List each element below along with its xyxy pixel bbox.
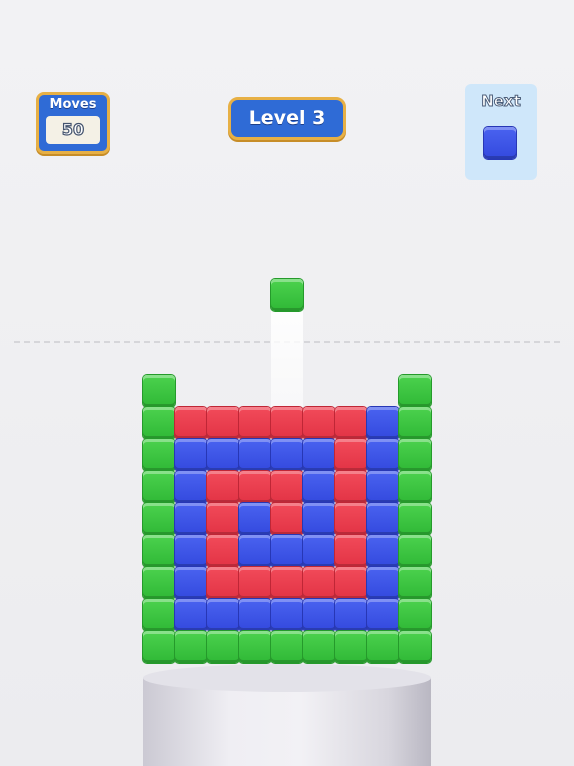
board-block — [175, 567, 207, 599]
falling-block[interactable] — [271, 279, 303, 311]
board-block — [303, 567, 335, 599]
board-block — [335, 439, 367, 471]
board-block — [271, 503, 303, 535]
board-block — [399, 439, 431, 471]
board-block — [367, 407, 399, 439]
board-block — [271, 631, 303, 663]
moves-value: 50 — [46, 116, 100, 144]
board-block — [143, 503, 175, 535]
next-block-preview: Next — [465, 84, 537, 180]
level-badge: Level 3 — [228, 97, 346, 140]
board-block — [399, 407, 431, 439]
board-block — [335, 631, 367, 663]
board-block — [303, 439, 335, 471]
board-block — [399, 631, 431, 663]
board-block — [239, 631, 271, 663]
board-block — [399, 535, 431, 567]
board-block — [207, 471, 239, 503]
pedestal-top — [143, 664, 431, 692]
board-block — [207, 503, 239, 535]
board-block — [271, 535, 303, 567]
board-block — [207, 407, 239, 439]
board-block — [143, 471, 175, 503]
board-block — [239, 503, 271, 535]
board-block — [335, 535, 367, 567]
board-block — [207, 631, 239, 663]
block-board[interactable] — [143, 375, 431, 663]
board-block — [175, 599, 207, 631]
next-label: Next — [481, 92, 522, 111]
board-block — [143, 567, 175, 599]
board-block — [271, 599, 303, 631]
board-block — [207, 535, 239, 567]
board-block — [303, 407, 335, 439]
board-block — [367, 599, 399, 631]
board-block — [303, 503, 335, 535]
board-block — [367, 471, 399, 503]
board-block — [303, 599, 335, 631]
next-block — [484, 127, 516, 159]
board-block — [143, 439, 175, 471]
board-block — [271, 471, 303, 503]
board-block — [239, 439, 271, 471]
board-block — [175, 535, 207, 567]
board-block — [143, 375, 175, 407]
board-block — [239, 535, 271, 567]
board-block — [399, 599, 431, 631]
game-screen: Moves 50 Level 3 Next — [0, 0, 574, 766]
board-block — [367, 503, 399, 535]
board-block — [175, 503, 207, 535]
board-block — [399, 503, 431, 535]
moves-counter: Moves 50 — [36, 92, 110, 154]
board-block — [271, 407, 303, 439]
board-block — [271, 567, 303, 599]
board-block — [367, 631, 399, 663]
board-block — [239, 407, 271, 439]
board-block — [143, 535, 175, 567]
board-block — [367, 439, 399, 471]
board-block — [175, 407, 207, 439]
pedestal — [143, 664, 431, 766]
board-block — [207, 599, 239, 631]
board-block — [143, 407, 175, 439]
board-block — [335, 567, 367, 599]
moves-label: Moves — [49, 97, 97, 112]
board-block — [175, 439, 207, 471]
board-block — [239, 471, 271, 503]
board-block — [207, 567, 239, 599]
board-block — [207, 439, 239, 471]
board-block — [335, 407, 367, 439]
board-block — [399, 375, 431, 407]
board-block — [399, 471, 431, 503]
board-block — [175, 471, 207, 503]
board-block — [335, 599, 367, 631]
board-block — [175, 631, 207, 663]
board-block — [239, 599, 271, 631]
board-block — [143, 631, 175, 663]
board-block — [271, 439, 303, 471]
board-block — [367, 567, 399, 599]
board-block — [239, 567, 271, 599]
board-block — [143, 599, 175, 631]
board-block — [399, 567, 431, 599]
board-block — [335, 471, 367, 503]
board-block — [367, 535, 399, 567]
board-block — [335, 503, 367, 535]
board-block — [303, 535, 335, 567]
board-block — [303, 471, 335, 503]
board-block — [303, 631, 335, 663]
